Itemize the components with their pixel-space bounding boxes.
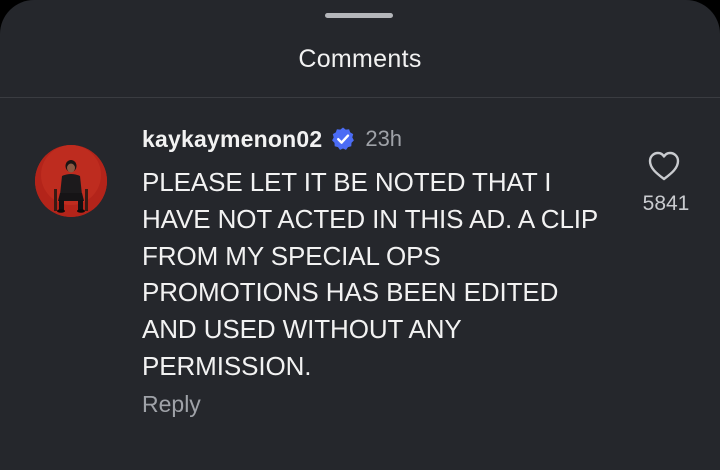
heart-outline-icon[interactable]: [646, 149, 682, 183]
sheet-title: Comments: [298, 45, 422, 73]
header-divider: [0, 97, 720, 98]
comment-meta: kaykaymenon02 23h: [142, 124, 402, 154]
avatar-image: [35, 145, 107, 217]
username[interactable]: kaykaymenon02: [142, 126, 322, 153]
comments-sheet: Comments kaykaymenon02 23h PLEASE LET IT…: [0, 0, 720, 470]
reply-button[interactable]: Reply: [142, 389, 201, 419]
like-count: 5841: [642, 192, 690, 215]
drag-handle[interactable]: [325, 13, 393, 18]
comment-text: PLEASE LET IT BE NOTED THAT I HAVE NOT A…: [142, 167, 598, 381]
timestamp: 23h: [365, 126, 403, 151]
avatar[interactable]: [35, 145, 107, 217]
verified-badge-icon: [330, 126, 356, 152]
